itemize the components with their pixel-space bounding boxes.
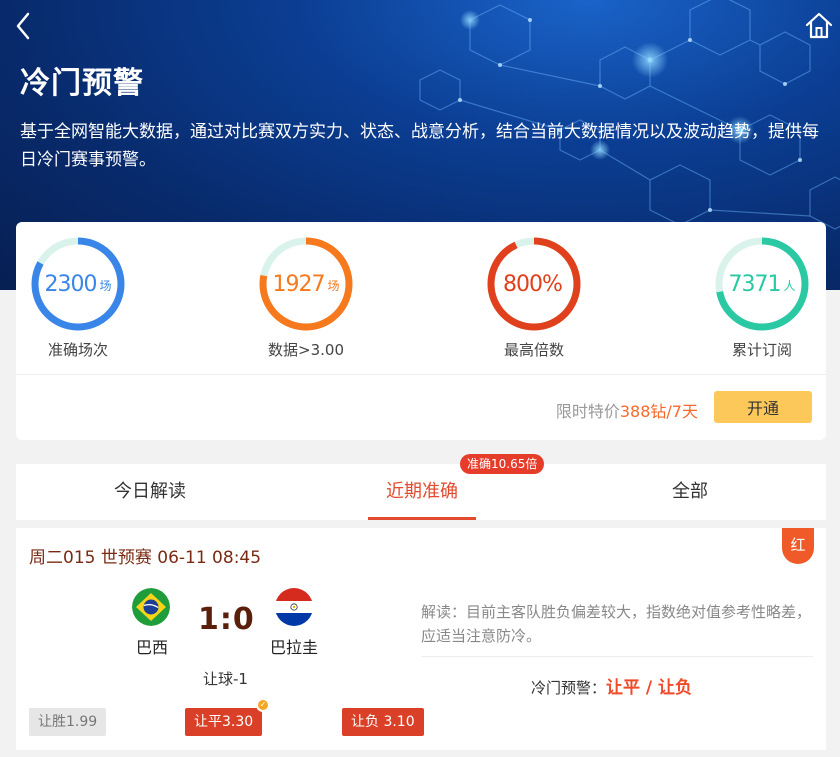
stat-value: 1927 bbox=[272, 271, 325, 297]
stat-over-300: 1927 场 数据>3.00 bbox=[231, 236, 381, 360]
tab-today[interactable]: 今日解读 bbox=[60, 464, 240, 520]
result-badge: 红 bbox=[782, 528, 814, 564]
accuracy-badge: 准确10.65倍 bbox=[460, 454, 545, 474]
odds-win[interactable]: 让胜1.99 bbox=[29, 708, 107, 736]
stat-label: 准确场次 bbox=[47, 341, 108, 359]
back-button[interactable] bbox=[12, 10, 36, 42]
stat-value: 7371 bbox=[728, 271, 781, 297]
stat-label: 累计订阅 bbox=[731, 341, 792, 359]
subscribe-button[interactable]: 开通 bbox=[714, 391, 812, 423]
progress-ring: 800% bbox=[486, 236, 582, 332]
divider bbox=[16, 374, 826, 375]
progress-ring: 2300 场 bbox=[30, 236, 126, 332]
paraguay-flag-icon bbox=[275, 588, 313, 626]
home-icon bbox=[805, 12, 833, 39]
stat-label: 最高倍数 bbox=[503, 341, 564, 359]
stat-unit: 场 bbox=[99, 278, 112, 293]
active-tab-indicator bbox=[368, 517, 476, 520]
away-team-name: 巴拉圭 bbox=[270, 638, 319, 657]
odds-lose[interactable]: 让负 3.10 bbox=[342, 708, 424, 736]
stat-accurate-matches: 2300 场 准确场次 bbox=[3, 236, 153, 360]
divider bbox=[421, 656, 813, 657]
chevron-left-icon bbox=[16, 12, 30, 40]
promo-value: 388钻/7天 bbox=[619, 402, 698, 421]
check-icon: ✓ bbox=[256, 698, 270, 712]
stat-subscribers: 7371 人 累计订阅 bbox=[687, 236, 837, 360]
progress-ring: 7371 人 bbox=[714, 236, 810, 332]
page-description: 基于全网智能大数据，通过对比赛双方实力、状态、战意分析，结合当前大数据情况以及波… bbox=[20, 122, 819, 170]
stat-value: 2300 bbox=[44, 271, 97, 297]
analysis-text: 解读：目前主客队胜负偏差较大，指数绝对值参考性略差，应适当注意防冷。 bbox=[421, 603, 812, 645]
match-card[interactable]: 周二015 世预赛 06-11 08:45 红 巴西 1:0 巴拉圭 让球-1 … bbox=[16, 528, 826, 750]
odds-draw[interactable]: 让平3.30 bbox=[185, 708, 263, 736]
tab-bar: 今日解读 近期准确 全部 bbox=[16, 464, 826, 520]
stat-value: 800% bbox=[503, 271, 563, 297]
page-title: 冷门预警 bbox=[20, 66, 144, 101]
match-info: 周二015 世预赛 06-11 08:45 bbox=[29, 548, 262, 568]
warning-label: 冷门预警： bbox=[531, 679, 607, 697]
stat-label: 数据>3.00 bbox=[268, 341, 344, 359]
upset-warning: 冷门预警：让平 / 让负 bbox=[531, 673, 692, 698]
tab-all[interactable]: 全部 bbox=[600, 464, 780, 520]
stat-unit: 人 bbox=[783, 278, 796, 293]
handicap-line: 让球-1 bbox=[203, 670, 248, 688]
progress-ring: 1927 场 bbox=[258, 236, 354, 332]
home-button[interactable] bbox=[804, 10, 834, 40]
brazil-flag-icon bbox=[132, 588, 170, 626]
home-team-name: 巴西 bbox=[136, 638, 169, 657]
match-score: 1:0 bbox=[198, 602, 255, 637]
promo-price: 限时特价388钻/7天 bbox=[556, 398, 698, 422]
warning-value: 让平 / 让负 bbox=[606, 678, 693, 698]
stats-card: 2300 场 准确场次 1927 场 数据>3.00 800% 最高倍数 7371 人… bbox=[16, 222, 826, 440]
promo-prefix: 限时特价 bbox=[555, 402, 620, 421]
stat-max-multiple: 800% 最高倍数 bbox=[459, 236, 609, 360]
stat-unit: 场 bbox=[327, 278, 340, 293]
